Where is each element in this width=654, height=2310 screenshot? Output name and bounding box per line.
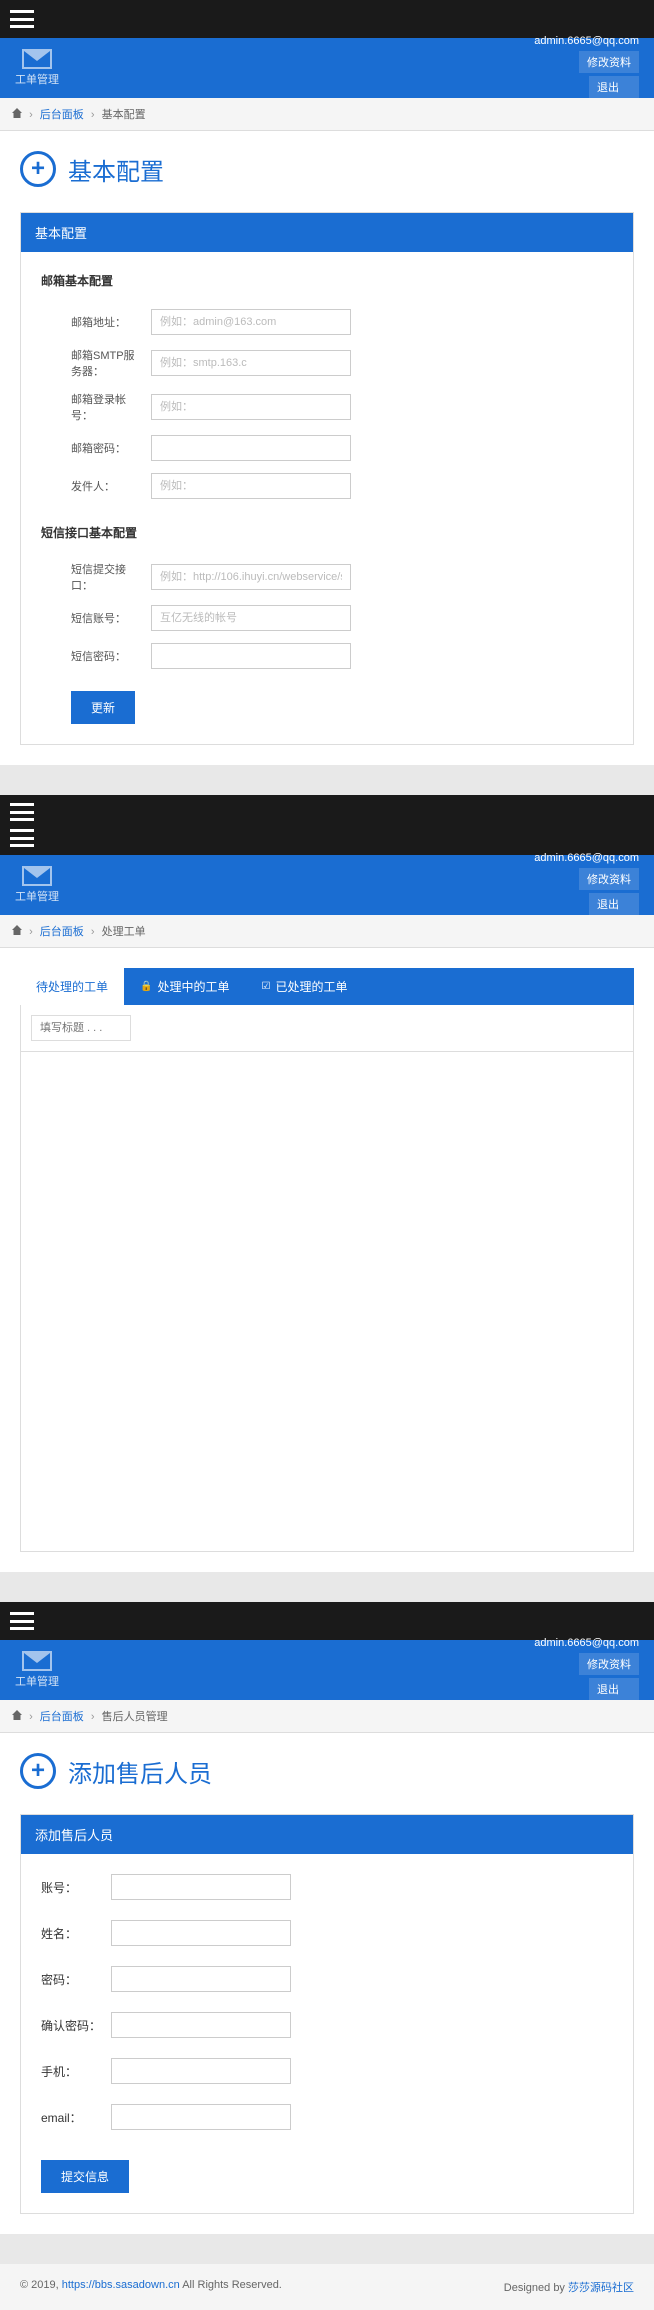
edit-profile-link[interactable]: 修改资料 (579, 1653, 639, 1675)
breadcrumb: › 后台面板 › 处理工单 (0, 915, 654, 948)
logout-link[interactable]: 退出 (589, 893, 639, 915)
panel-header: 添加售后人员 (21, 1815, 633, 1854)
breadcrumb-current: 基本配置 (102, 109, 146, 121)
logo-text: 工单管理 (15, 1673, 59, 1689)
email-pwd-input[interactable] (151, 435, 351, 461)
email-pwd-label: 邮箱密码： (41, 440, 151, 456)
header-bar: 工单管理 admin.6665@qq.com 修改资料 退出 (0, 855, 654, 915)
sms-section-title: 短信接口基本配置 (41, 524, 613, 541)
email-input[interactable] (111, 2104, 291, 2130)
breadcrumb-current: 售后人员管理 (102, 1711, 168, 1723)
smtp-input[interactable] (151, 350, 351, 376)
logo-text: 工单管理 (15, 888, 59, 904)
top-bar (0, 795, 654, 855)
panel-header: 基本配置 (21, 213, 633, 252)
edit-profile-link[interactable]: 修改资料 (579, 868, 639, 890)
update-button[interactable]: 更新 (71, 691, 135, 724)
plus-icon[interactable]: + (20, 1753, 56, 1789)
breadcrumb: › 后台面板 › 基本配置 (0, 98, 654, 131)
login-input[interactable] (151, 394, 351, 420)
password-label: 密码： (41, 1971, 111, 1988)
smtp-label: 邮箱SMTP服务器： (41, 347, 151, 379)
user-email[interactable]: admin.6665@qq.com (534, 852, 639, 864)
logout-link[interactable]: 退出 (589, 76, 639, 98)
user-email[interactable]: admin.6665@qq.com (534, 35, 639, 47)
header-bar: 工单管理 admin.6665@qq.com 修改资料 退出 (0, 1640, 654, 1700)
footer-designer-link[interactable]: 莎莎源码社区 (568, 2282, 634, 2294)
top-bar (0, 1602, 654, 1640)
sms-url-input[interactable] (151, 564, 351, 590)
designed-by: Designed by 莎莎源码社区 (504, 2279, 634, 2295)
logout-link[interactable]: 退出 (589, 1678, 639, 1700)
email-label: email： (41, 2109, 111, 2126)
search-input[interactable] (31, 1015, 131, 1041)
sms-acc-label: 短信账号： (41, 610, 151, 626)
copyright: © 2019, https://bbs.sasadown.cn All Righ… (20, 2279, 282, 2295)
breadcrumb: › 后台面板 › 售后人员管理 (0, 1700, 654, 1733)
footer: © 2019, https://bbs.sasadown.cn All Righ… (0, 2264, 654, 2310)
logo[interactable]: 工单管理 (15, 866, 59, 904)
account-label: 账号： (41, 1879, 111, 1896)
sms-acc-input[interactable] (151, 605, 351, 631)
tab-processing[interactable]: 🔒处理中的工单 (124, 968, 245, 1005)
page-title: + 添加售后人员 (20, 1753, 634, 1789)
config-panel: 基本配置 邮箱基本配置 邮箱地址： 邮箱SMTP服务器： 邮箱登录帐号： 邮箱密… (20, 212, 634, 745)
page-title: + 基本配置 (20, 151, 634, 187)
sender-input[interactable] (151, 473, 351, 499)
password-input[interactable] (111, 1966, 291, 1992)
ticket-tabs: 待处理的工单 🔒处理中的工单 ☑已处理的工单 (20, 968, 634, 1005)
lock-icon: 🔒 (140, 981, 152, 992)
phone-input[interactable] (111, 2058, 291, 2084)
breadcrumb-home-link[interactable]: 后台面板 (40, 109, 84, 121)
user-email[interactable]: admin.6665@qq.com (534, 1637, 639, 1649)
menu-icon-1[interactable] (10, 803, 34, 821)
phone-label: 手机： (41, 2063, 111, 2080)
breadcrumb-home-link[interactable]: 后台面板 (40, 1711, 84, 1723)
menu-icon[interactable] (10, 1612, 34, 1630)
edit-profile-link[interactable]: 修改资料 (579, 51, 639, 73)
email-addr-input[interactable] (151, 309, 351, 335)
menu-icon[interactable] (10, 10, 34, 28)
top-bar (0, 0, 654, 38)
menu-icon-2[interactable] (10, 829, 34, 847)
confirm-password-input[interactable] (111, 2012, 291, 2038)
sender-label: 发件人： (41, 478, 151, 494)
mail-icon (22, 49, 52, 69)
logo[interactable]: 工单管理 (15, 1651, 59, 1689)
email-addr-label: 邮箱地址： (41, 314, 151, 330)
submit-button[interactable]: 提交信息 (41, 2160, 129, 2193)
header-bar: 工单管理 admin.6665@qq.com 修改资料 退出 (0, 38, 654, 98)
footer-site-link[interactable]: https://bbs.sasadown.cn (62, 2279, 180, 2291)
logo[interactable]: 工单管理 (15, 49, 59, 87)
user-menu: admin.6665@qq.com 修改资料 退出 (534, 852, 639, 918)
search-bar (20, 1005, 634, 1052)
tab-completed[interactable]: ☑已处理的工单 (245, 968, 363, 1005)
plus-icon[interactable]: + (20, 151, 56, 187)
check-icon: ☑ (261, 981, 270, 992)
confirm-password-label: 确认密码： (41, 2017, 111, 2034)
home-icon[interactable] (12, 108, 22, 118)
sms-url-label: 短信提交接口： (41, 561, 151, 593)
breadcrumb-home-link[interactable]: 后台面板 (40, 926, 84, 938)
mail-icon (22, 866, 52, 886)
mail-icon (22, 1651, 52, 1671)
name-label: 姓名： (41, 1925, 111, 1942)
sms-pwd-input[interactable] (151, 643, 351, 669)
breadcrumb-current: 处理工单 (102, 926, 146, 938)
sms-pwd-label: 短信密码： (41, 648, 151, 664)
user-menu: admin.6665@qq.com 修改资料 退出 (534, 1637, 639, 1703)
email-section-title: 邮箱基本配置 (41, 272, 613, 289)
logo-text: 工单管理 (15, 71, 59, 87)
name-input[interactable] (111, 1920, 291, 1946)
account-input[interactable] (111, 1874, 291, 1900)
home-icon[interactable] (12, 925, 22, 935)
user-menu: admin.6665@qq.com 修改资料 退出 (534, 35, 639, 101)
tab-pending[interactable]: 待处理的工单 (20, 968, 124, 1005)
login-label: 邮箱登录帐号： (41, 391, 151, 423)
ticket-list-body (20, 1052, 634, 1552)
home-icon[interactable] (12, 1710, 22, 1720)
add-staff-panel: 添加售后人员 账号： 姓名： 密码： 确认密码： (20, 1814, 634, 2214)
